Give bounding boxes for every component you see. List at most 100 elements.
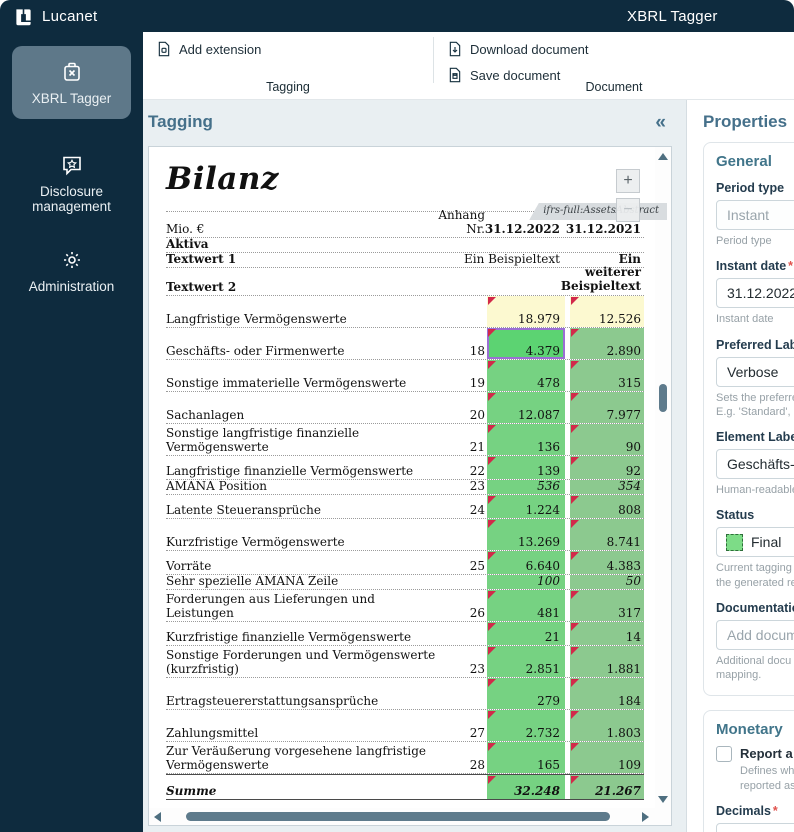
value-cell-2022[interactable]: 12.087 [487,392,565,423]
zoom-in-button[interactable]: + [616,169,640,193]
value-cell-2021[interactable]: 808 [570,495,644,518]
add-extension-icon [156,41,172,57]
vertical-scroll-thumb[interactable] [659,384,667,412]
period-type-input[interactable]: Instant [716,200,794,230]
anhang-header-label: Anhang [438,209,485,223]
unit-header: Mio. € [166,222,441,237]
value-cell-2021[interactable]: 4.383 [570,551,644,574]
row-anhang-nr: 19 [441,360,487,391]
download-document-button[interactable]: Download document [447,41,589,57]
value-cell-2021[interactable] [570,238,644,252]
table-row: Summe 32.24821.267 [166,774,644,800]
value-cell-2022[interactable]: 2.851 [487,646,565,677]
brand-name: Lucanet [42,8,97,25]
value-cell-2021[interactable]: 354 [570,480,644,494]
toolbar-group-document: Download document Save document Document [434,32,794,99]
properties-panel-title: Properties [703,112,794,132]
sidebar-item-label: Disclosure management [10,184,133,214]
value-cell-2021[interactable]: 184 [570,678,644,709]
value-cell-2022[interactable] [487,238,565,252]
sidebar-item-label: Administration [29,279,115,294]
scroll-left-arrow-icon[interactable] [154,812,161,822]
value-cell-2022[interactable]: 279 [487,678,565,709]
value-cell-2022[interactable]: 481 [487,590,565,621]
add-extension-button[interactable]: Add extension [156,41,261,57]
value-cell-2021[interactable]: 8.741 [570,519,644,550]
row-label: Kurzfristige finanzielle Vermögenswerte [166,622,441,645]
report-as-checkbox[interactable] [716,746,732,762]
value-cell-2022[interactable]: 6.640 [487,551,565,574]
value-cell-2021[interactable]: 315 [570,360,644,391]
table-row: Geschäfts- oder Firmenwerte184.3792.890 [166,328,644,360]
nr-header-label: Nr. [466,223,485,237]
documentation-helper: Additional documapping. [716,654,794,683]
sidebar: XBRL Tagger Disclosure management Admini… [0,32,143,832]
scroll-up-arrow-icon[interactable] [658,153,668,160]
row-label: Kurzfristige Vermögenswerte [166,519,441,550]
general-section-header: General [716,153,794,170]
table-row: Langfristige Vermögenswerte18.97912.526 [166,296,644,328]
value-cell-2021[interactable]: 2.890 [570,328,644,359]
horizontal-scroll-thumb[interactable] [186,812,610,821]
status-field: Status Final Current taggingthe generate… [716,508,794,590]
value-cell-2021[interactable]: 1.881 [570,646,644,677]
value-cell-2022[interactable]: 100 [487,575,565,589]
value-cell-2022[interactable]: 136 [487,424,565,455]
value-cell-2021[interactable]: 90 [570,424,644,455]
element-label-input[interactable]: Geschäfts- [716,449,794,479]
window-title: XBRL Tagger [627,0,718,32]
value-cell-2021[interactable]: 92 [570,456,644,479]
period-type-label: Period type [716,181,794,195]
documentation-input[interactable]: Add docum [716,620,794,650]
value-cell-2022[interactable]: 18.979 [487,296,565,327]
row-label: Zahlungsmittel [166,710,441,741]
column-header-2021: 31.12.2021 [570,222,644,237]
sidebar-item-administration[interactable]: Administration [0,248,143,294]
sidebar-item-xbrl-tagger[interactable]: XBRL Tagger [12,46,131,119]
scroll-down-arrow-icon[interactable] [658,796,668,803]
zoom-out-button[interactable]: − [616,198,640,222]
value-cell-2021[interactable]: 12.526 [570,296,644,327]
value-cell-2021[interactable]: Ein weiterer Beispieltext [570,268,644,295]
sidebar-item-disclosure-management[interactable]: Disclosure management [0,153,143,214]
value-cell-2022[interactable]: 32.248 [487,775,565,799]
value-cell-2021[interactable]: 317 [570,590,644,621]
value-cell-2021[interactable]: 1.803 [570,710,644,741]
value-cell-2022[interactable] [487,268,565,295]
value-cell-2021[interactable]: 14 [570,622,644,645]
value-cell-2022[interactable]: 165 [487,742,565,773]
row-label: AMANA Position [166,480,441,494]
vertical-scrollbar[interactable] [655,147,671,809]
value-cell-2022[interactable]: 1.224 [487,495,565,518]
report-as-helper: Defines whreported as [740,764,794,794]
value-cell-2022[interactable]: Ein Beispieltext [487,253,565,267]
value-cell-2022[interactable]: 478 [487,360,565,391]
value-cell-2022[interactable]: 139 [487,456,565,479]
row-label: Zur Veräußerung vorgesehene langfristige… [166,742,441,773]
instant-date-input[interactable]: 31.12.2022 [716,278,794,308]
value-cell-2022[interactable]: 21 [487,622,565,645]
xbrl-tag-chip[interactable]: ifrs-full:AssetsAbstract [529,203,667,220]
value-cell-2021[interactable]: 7.977 [570,392,644,423]
value-cell-2022[interactable]: 2.732 [487,710,565,741]
value-cell-2021[interactable]: 50 [570,575,644,589]
row-label: Sachanlagen [166,392,441,423]
main-area: Tagging « Bilanz Mio. € Anhang Nr. 31.12… [143,100,794,832]
status-select[interactable]: Final [716,527,794,557]
row-label: Summe [166,775,441,799]
sidebar-item-label: XBRL Tagger [32,91,112,106]
value-cell-2021[interactable]: 109 [570,742,644,773]
horizontal-scrollbar[interactable] [149,808,671,825]
value-cell-2021[interactable]: 21.267 [570,775,644,799]
value-cell-2022[interactable]: 4.379 [487,328,565,359]
row-anhang-nr: 18 [441,328,487,359]
table-row: Aktiva [166,238,644,253]
preferred-label-label: Preferred Label [716,338,794,352]
decimals-input[interactable]: -6 [716,823,794,832]
table-row: Textwert 2Ein weiterer Beispieltext [166,268,644,296]
value-cell-2022[interactable]: 536 [487,480,565,494]
value-cell-2022[interactable]: 13.269 [487,519,565,550]
collapse-panel-icon[interactable]: « [655,113,666,132]
preferred-label-input[interactable]: Verbose [716,357,794,387]
scroll-right-arrow-icon[interactable] [642,812,649,822]
